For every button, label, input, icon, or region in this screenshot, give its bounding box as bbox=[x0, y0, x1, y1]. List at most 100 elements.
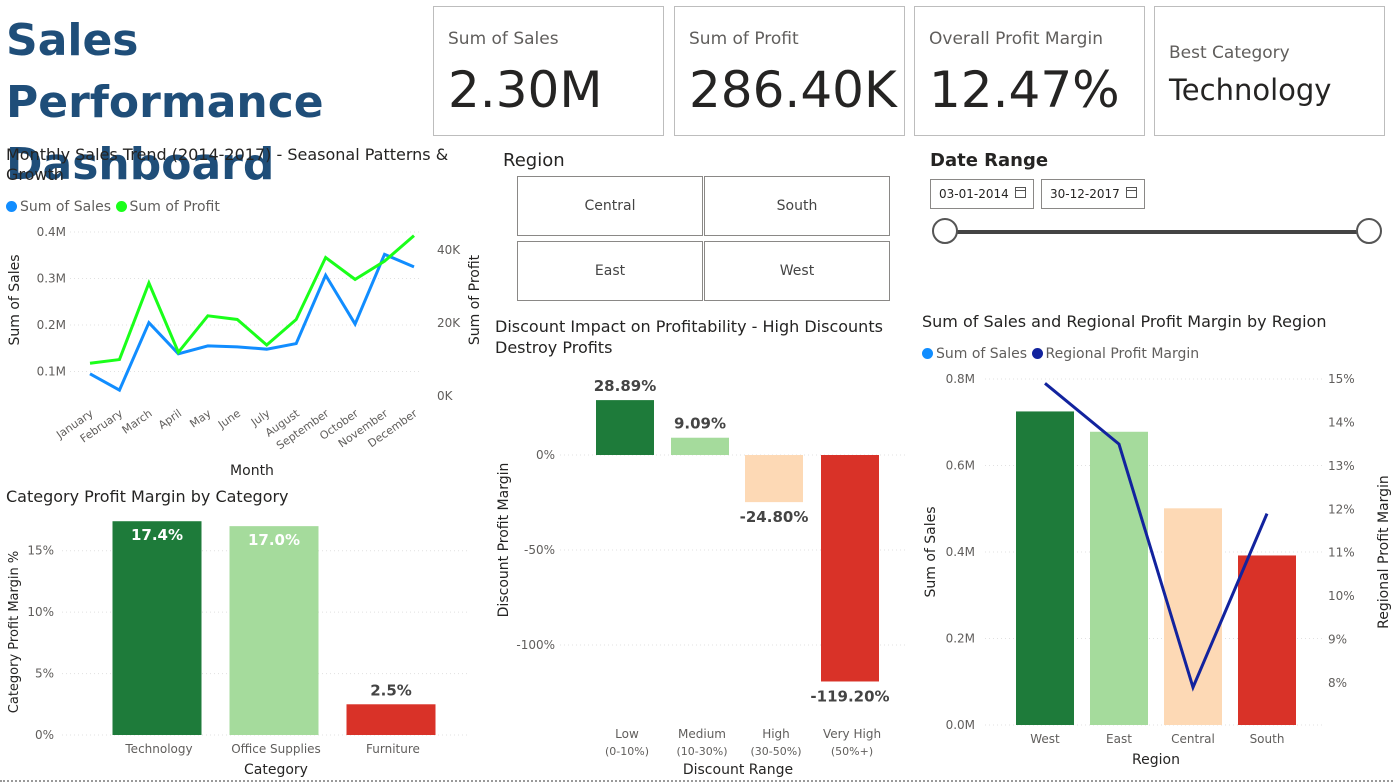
x-tick-sublabel: (10-30%) bbox=[677, 745, 728, 758]
region-sales-margin-chart[interactable]: 0.0M 0.2M 0.4M 0.6M 0.8M 8% 9% 10% 11% 12% 13% 14% 1… bbox=[915, 362, 1393, 780]
x-tick-sublabel: (50%+) bbox=[831, 745, 873, 758]
region-legend: Sum of Sales Regional Profit Margin bbox=[922, 346, 1199, 362]
bar-technology bbox=[112, 521, 202, 735]
card-label: Best Category bbox=[1169, 43, 1290, 63]
x-axis-title: Discount Range bbox=[683, 762, 793, 778]
data-label: 9.09% bbox=[674, 415, 726, 433]
bar-east bbox=[1090, 431, 1148, 725]
legend-item-profit[interactable]: Sum of Profit bbox=[115, 199, 220, 215]
data-label: 17.4% bbox=[131, 526, 183, 544]
date-range-end-handle[interactable] bbox=[1356, 218, 1382, 244]
y-tick-label: 5% bbox=[35, 667, 54, 681]
region-chart-title: Sum of Sales and Regional Profit Margin … bbox=[922, 312, 1327, 331]
x-tick-label: West bbox=[1030, 732, 1060, 746]
legend-item-sales[interactable]: Sum of Sales bbox=[6, 199, 111, 215]
card-label: Sum of Sales bbox=[448, 29, 559, 49]
discount-impact-chart[interactable]: 0% -50% -100% 28.89% Low (0-10%) 9.09% Medium (1… bbox=[490, 360, 910, 780]
monthly-legend: Sum of Sales Sum of Profit bbox=[6, 199, 220, 215]
x-tick-label: March bbox=[120, 407, 155, 437]
y-axis-title: Discount Profit Margin bbox=[496, 463, 512, 618]
y-tick-label: 0.4M bbox=[946, 545, 975, 559]
y-tick-label: 0.4M bbox=[37, 225, 66, 239]
legend-label: Sum of Profit bbox=[129, 199, 220, 215]
bar-office-supplies bbox=[229, 526, 319, 735]
region-option-central[interactable]: Central bbox=[517, 176, 703, 236]
x-axis-title: Region bbox=[1132, 752, 1180, 768]
y-tick-label: 10% bbox=[27, 605, 54, 619]
y-tick-label: -50% bbox=[524, 543, 555, 557]
x-tick-label: April bbox=[156, 407, 184, 432]
legend-label: Sum of Sales bbox=[20, 199, 112, 215]
legend-dot bbox=[6, 201, 17, 212]
card-value: Technology bbox=[1169, 73, 1332, 107]
card-sum-of-profit[interactable]: Sum of Profit 286.40K bbox=[674, 6, 905, 136]
legend-dot bbox=[1031, 348, 1043, 359]
data-label: 17.0% bbox=[248, 531, 300, 549]
discount-chart-title: Discount Impact on Profitability - High … bbox=[495, 317, 883, 357]
y-tick-label: 0.0M bbox=[946, 718, 975, 732]
x-tick-label: East bbox=[1106, 732, 1132, 746]
legend-label: Regional Profit Margin bbox=[1045, 346, 1200, 362]
y2-tick-label: 15% bbox=[1328, 372, 1355, 386]
card-overall-profit-margin[interactable]: Overall Profit Margin 12.47% bbox=[914, 6, 1145, 136]
y2-tick-label: 0K bbox=[437, 389, 454, 403]
legend-item-margin[interactable]: Regional Profit Margin bbox=[1031, 346, 1200, 362]
calendar-icon[interactable] bbox=[1015, 187, 1026, 198]
x-tick-label: South bbox=[1250, 732, 1285, 746]
card-best-category[interactable]: Best Category Technology bbox=[1154, 6, 1385, 136]
legend-item-sales[interactable]: Sum of Sales bbox=[922, 346, 1027, 362]
card-label: Overall Profit Margin bbox=[929, 29, 1103, 49]
data-label: -24.80% bbox=[740, 508, 809, 526]
y-tick-label: 15% bbox=[27, 544, 54, 558]
y-tick-label: 0.6M bbox=[946, 459, 975, 473]
y-tick-label: 0.2M bbox=[946, 632, 975, 646]
category-profit-margin-chart[interactable]: 0% 5% 10% 15% 17.4% Technology 17.0% Office Sup… bbox=[0, 505, 490, 780]
y2-tick-label: 40K bbox=[437, 243, 461, 257]
region-slicer-title: Region bbox=[503, 150, 565, 171]
start-date-input[interactable]: 03-01-2014 bbox=[930, 179, 1034, 209]
date-range-track[interactable] bbox=[946, 230, 1370, 234]
start-date-value: 03-01-2014 bbox=[939, 187, 1009, 201]
y2-axis-title: Sum of Profit bbox=[467, 254, 483, 345]
card-value: 12.47% bbox=[929, 61, 1120, 119]
y-axis-title: Sum of Sales bbox=[7, 254, 23, 345]
x-tick-label: High bbox=[762, 727, 790, 741]
y2-tick-label: 9% bbox=[1328, 633, 1347, 647]
y-axis-title: Sum of Sales bbox=[923, 506, 939, 597]
bar-furniture bbox=[346, 704, 436, 735]
calendar-icon[interactable] bbox=[1126, 187, 1137, 198]
data-label: 2.5% bbox=[370, 681, 412, 699]
region-option-west[interactable]: West bbox=[704, 241, 890, 301]
legend-dot bbox=[115, 201, 127, 212]
x-tick-label: Furniture bbox=[366, 742, 420, 756]
y-tick-label: 0.3M bbox=[37, 272, 66, 286]
monthly-trend-chart[interactable]: 0.1M0.2M0.3M0.4M0K20K40KJanuaryFebruaryM… bbox=[0, 215, 490, 485]
y2-tick-label: 20K bbox=[437, 316, 461, 330]
y-axis-title: Category Profit Margin % bbox=[7, 551, 22, 713]
x-tick-label: May bbox=[187, 407, 213, 431]
series-line-margin bbox=[1044, 382, 1269, 692]
x-tick-label: June bbox=[215, 407, 243, 432]
bar-south bbox=[1238, 555, 1296, 725]
date-slicer-title: Date Range bbox=[930, 150, 1049, 171]
x-axis-title: Month bbox=[230, 463, 274, 479]
x-tick-label: Technology bbox=[124, 742, 192, 756]
date-range-start-handle[interactable] bbox=[932, 218, 958, 244]
x-tick-sublabel: (30-50%) bbox=[751, 745, 802, 758]
y2-tick-label: 13% bbox=[1328, 459, 1355, 473]
monthly-chart-title: Monthly Sales Trend (2014-2017) - Season… bbox=[6, 145, 449, 184]
region-option-south[interactable]: South bbox=[704, 176, 890, 236]
legend-dot bbox=[922, 348, 933, 359]
bar-high bbox=[745, 455, 803, 503]
end-date-value: 30-12-2017 bbox=[1050, 187, 1120, 201]
y2-tick-label: 10% bbox=[1328, 589, 1355, 603]
x-tick-label: Very High bbox=[823, 727, 881, 741]
x-tick-label: Low bbox=[615, 727, 639, 741]
x-tick-label: Central bbox=[1171, 732, 1215, 746]
bar-low bbox=[596, 400, 654, 455]
card-sum-of-sales[interactable]: Sum of Sales 2.30M bbox=[433, 6, 664, 136]
card-value: 2.30M bbox=[448, 61, 603, 119]
end-date-input[interactable]: 30-12-2017 bbox=[1041, 179, 1145, 209]
y-tick-label: 0.8M bbox=[946, 372, 975, 386]
region-option-east[interactable]: East bbox=[517, 241, 703, 301]
